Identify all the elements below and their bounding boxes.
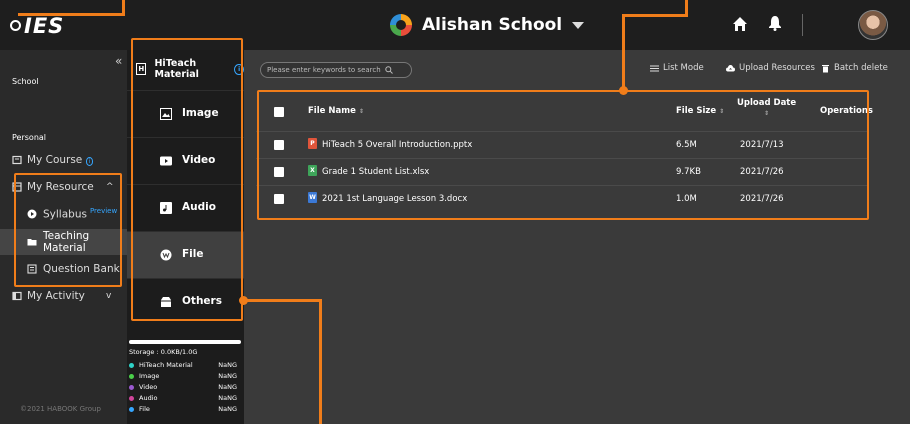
home-icon[interactable] <box>732 16 748 32</box>
storage-row-value: NaNG <box>218 372 237 380</box>
sidebar-item-my-course[interactable]: My Course i <box>0 147 127 173</box>
school-logo-icon <box>390 14 412 36</box>
batch-delete-button[interactable]: Batch delete <box>821 63 888 73</box>
storage-row-name: Audio <box>139 394 158 402</box>
callout-line <box>243 299 321 302</box>
logo-text: IES <box>24 14 65 38</box>
ies-logo[interactable]: IES <box>10 14 90 38</box>
callout-type-panel <box>131 38 243 321</box>
school-name: Alishan School <box>422 15 563 35</box>
storage-row-value: NaNG <box>218 405 237 413</box>
collapse-sidebar-icon[interactable]: « <box>115 54 122 68</box>
batch-delete-label: Batch delete <box>834 63 888 73</box>
trash-icon <box>822 64 829 72</box>
bell-icon[interactable] <box>768 15 782 31</box>
storage-row: File NaNG <box>129 405 241 415</box>
storage-row: Video NaNG <box>129 383 241 393</box>
school-section-label: School <box>12 77 39 86</box>
user-avatar[interactable] <box>858 10 888 40</box>
legend-dot <box>129 374 134 379</box>
callout-file-table <box>257 90 869 220</box>
storage-row: Image NaNG <box>129 372 241 382</box>
callout-line <box>622 14 688 17</box>
legend-dot <box>129 363 134 368</box>
storage-row-value: NaNG <box>218 394 237 402</box>
app-window: IES Alishan School « School Personal My … <box>0 0 910 424</box>
storage-row-name: Video <box>139 383 158 391</box>
legend-dot <box>129 396 134 401</box>
callout-resource-menu <box>14 173 122 287</box>
storage-text: Storage : 0.0KB/1.0G <box>129 348 198 356</box>
personal-section-label: Personal <box>12 133 47 142</box>
callout-line <box>685 0 688 17</box>
chevron-down-icon: v <box>106 291 112 301</box>
search-icon[interactable] <box>384 66 393 74</box>
copyright-text: ©2021 HABOOK Group <box>20 405 101 413</box>
upload-resources-button[interactable]: Upload Resources <box>726 63 815 73</box>
caret-down-icon <box>572 21 585 29</box>
legend-dot <box>129 407 134 412</box>
sidebar-item-label: My Course i <box>27 154 94 166</box>
book-icon <box>12 155 22 165</box>
sidebar-item-label: My Activity <box>27 290 85 302</box>
cloud-upload-icon <box>726 64 735 71</box>
search-input[interactable]: Please enter keywords to search <box>260 62 412 78</box>
list-icon <box>650 65 659 71</box>
legend-dot <box>129 385 134 390</box>
school-selector[interactable]: Alishan School <box>390 12 585 38</box>
logo-ring-icon <box>10 20 21 31</box>
activity-icon <box>12 291 22 301</box>
list-mode-button[interactable]: List Mode <box>650 63 704 73</box>
list-mode-label: List Mode <box>663 63 704 73</box>
callout-line <box>319 299 322 424</box>
topbar-divider <box>802 14 803 36</box>
callout-line <box>18 13 125 16</box>
upload-label: Upload Resources <box>739 63 815 73</box>
search-placeholder: Please enter keywords to search <box>267 66 381 74</box>
storage-row-value: NaNG <box>218 361 237 369</box>
callout-line <box>622 16 625 90</box>
storage-bar <box>129 340 241 344</box>
storage-row-name: File <box>139 405 150 413</box>
storage-row-value: NaNG <box>218 383 237 391</box>
storage-row: Audio NaNG <box>129 394 241 404</box>
storage-row: HiTeach Material NaNG <box>129 361 241 371</box>
info-icon[interactable]: i <box>85 157 94 166</box>
storage-row-name: HiTeach Material <box>139 361 193 369</box>
storage-row-name: Image <box>139 372 160 380</box>
